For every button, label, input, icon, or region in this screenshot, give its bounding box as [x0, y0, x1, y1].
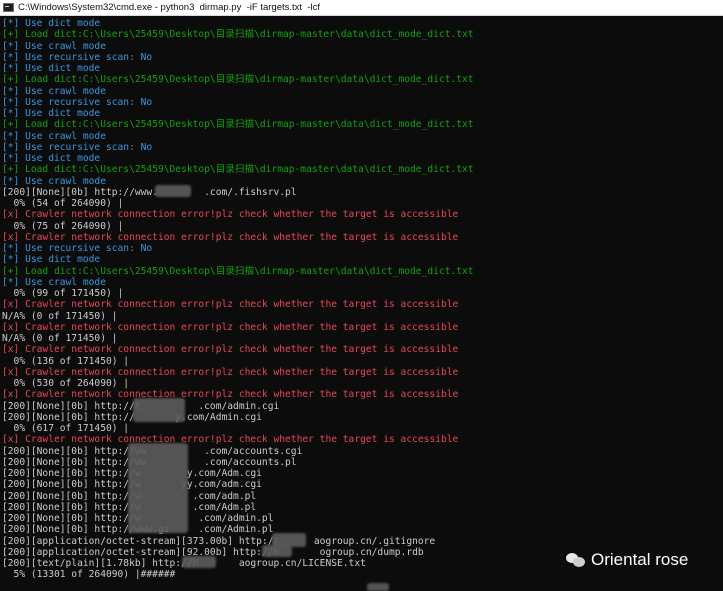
console-line: [+] Load dict:C:\Users\25459\Desktop\目录扫… [2, 119, 474, 131]
console-line: [x] Crawler network connection error!plz… [2, 209, 459, 221]
redaction-blur [262, 545, 292, 557]
console-line: 0% (617 of 171450) | [2, 423, 130, 434]
console-line: [*] Use dict mode [2, 254, 101, 266]
console-line: [x] Crawler network connection error!plz… [2, 434, 459, 446]
redaction-blur [155, 185, 191, 197]
console-line: [+] Load dict:C:\Users\25459\Desktop\目录扫… [2, 164, 474, 176]
console-line: 0% (530 of 264090) | [2, 378, 130, 389]
redaction-blur [367, 583, 389, 591]
window-title: C:\Windows\System32\cmd.exe - python3 di… [18, 2, 320, 13]
redaction-blur [133, 398, 185, 422]
watermark-text: Oriental rose [591, 550, 689, 569]
cmd-icon [3, 3, 14, 12]
console-line: [*] Use dict mode [2, 153, 101, 164]
console-line: [+] Load dict:C:\Users\25459\Desktop\目录扫… [2, 265, 474, 277]
console-line: [*] Use crawl mode [2, 175, 106, 187]
console-line: [*] Use recursive scan: No [2, 243, 153, 254]
console-line: [200][None][0b] http://www. .com/.fishsr… [2, 186, 297, 198]
console-line: [*] Use dict mode [2, 18, 101, 29]
console-line: [*] Use dict mode [2, 108, 101, 119]
console-line: 0% (136 of 171450) | [2, 355, 130, 367]
console-line: [+] Load dict:C:\Users\25459\Desktop\目录扫… [2, 74, 474, 86]
console-line: [x] Crawler network connection error!plz… [2, 321, 459, 333]
console-line: [x] Crawler network connection error!plz… [2, 231, 459, 243]
console-line: [x] Crawler network connection error!plz… [2, 299, 459, 311]
console-line: [*] Use crawl mode [2, 130, 106, 142]
redaction-blur [182, 556, 216, 568]
wechat-icon [566, 552, 586, 568]
console-line: [*] Use crawl mode [2, 276, 106, 288]
console-line: [*] Use recursive scan: No [2, 141, 153, 153]
console-line: [x] Crawler network connection error!plz… [2, 389, 459, 401]
console-line: N/A% (0 of 171450) | [2, 310, 118, 322]
console-line: [*] Use dict mode [2, 63, 101, 74]
console-output[interactable]: [*] Use dict mode [+] Load dict:C:\Users\… [0, 16, 723, 591]
watermark: Oriental rose [566, 550, 688, 570]
window-titlebar[interactable]: C:\Windows\System32\cmd.exe - python3 di… [0, 0, 723, 16]
console-line: 0% (75 of 264090) | [2, 220, 124, 232]
console-line: [*] Use recursive scan: No [2, 96, 153, 108]
console-line: [x] Crawler network connection error!plz… [2, 366, 459, 378]
console-line: [200][None][0b] http:// y.com/Admin.cgi [2, 411, 262, 423]
console-line: [*] Use recursive scan: No [2, 51, 153, 63]
console-line: [+] Load dict:C:\Users\25459\Desktop\目录扫… [2, 29, 474, 41]
console-line: 5% (13301 of 264090) |###### [2, 569, 176, 581]
console-line: 0% (54 of 264090) | [2, 198, 124, 209]
console-line: [*] Use crawl mode [2, 85, 106, 97]
console-line: 0% (99 of 171450) | [2, 288, 124, 299]
console-line: [x] Crawler network connection error!plz… [2, 344, 459, 356]
redaction-blur [128, 443, 188, 533]
console-line: [200][application/octet-stream][373.00b]… [2, 535, 436, 547]
console-line: N/A% (0 of 171450) | [2, 333, 118, 344]
console-line: [*] Use crawl mode [2, 40, 106, 52]
